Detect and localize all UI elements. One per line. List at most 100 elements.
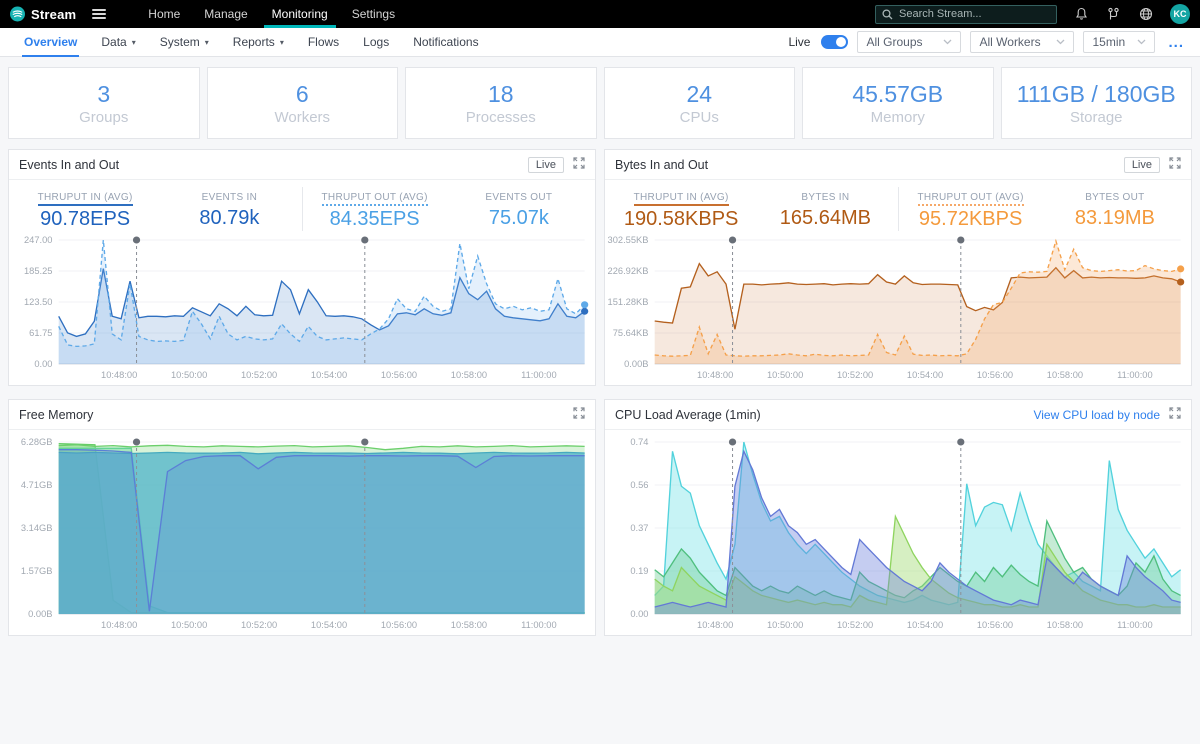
svg-text:6.28GB: 6.28GB [21,437,53,447]
events-in-out-chart[interactable]: 247.00 185.25 123.50 61.75 0.00 10:48:00 10:50… [9,232,595,382]
svg-text:10:56:00: 10:56:00 [977,370,1013,380]
panel-title: Free Memory [19,407,94,422]
svg-text:3.14GB: 3.14GB [21,523,53,533]
svg-text:11:00:00: 11:00:00 [1117,620,1153,630]
panel-title: Bytes In and Out [615,157,709,172]
group-filter-select[interactable]: All Groups [857,31,962,53]
live-button[interactable]: Live [527,156,564,173]
tab-flows[interactable]: Flows [296,28,351,56]
chevron-down-icon: ▾ [131,37,136,47]
charts-grid: Events In and Out Live THRUPUT IN (AVG) … [0,145,1200,640]
search-icon [882,8,893,20]
card-workers[interactable]: 6 Workers [206,67,398,139]
stat-events-in: EVENTS IN 80.79k [199,192,260,229]
tab-overview[interactable]: Overview [12,28,89,57]
stat-events-out: EVENTS OUT 75.07k [485,192,553,229]
free-memory-chart[interactable]: 6.28GB 4.71GB 3.14GB 1.57GB 0.00B 10:48:00 10:… [9,434,595,632]
cpu-load-chart[interactable]: 0.74 0.56 0.37 0.19 0.00 10:48:00 10:50:00 10:5… [605,434,1191,632]
tab-logs[interactable]: Logs [351,28,401,56]
svg-text:123.50: 123.50 [24,297,52,307]
svg-text:10:48:00: 10:48:00 [101,370,137,380]
bytes-stats: THRUPUT IN (AVG) 190.58KBPS BYTES IN 165… [605,180,1191,232]
svg-text:11:00:00: 11:00:00 [521,370,557,380]
svg-text:4.71GB: 4.71GB [21,480,53,490]
chevron-down-icon [1057,39,1065,45]
time-range-select[interactable]: 15min [1083,31,1156,53]
svg-text:10:52:00: 10:52:00 [837,620,873,630]
tab-data[interactable]: Data ▾ [89,28,147,56]
tab-reports[interactable]: Reports ▾ [221,28,296,56]
svg-text:11:00:00: 11:00:00 [1117,370,1153,380]
card-groups[interactable]: 3 Groups [8,67,200,139]
svg-text:0.00B: 0.00B [28,609,52,619]
app-logo[interactable]: Stream [10,6,77,22]
svg-text:0.19: 0.19 [630,566,648,576]
svg-text:0.00: 0.00 [34,359,52,369]
svg-text:0.37: 0.37 [630,523,648,533]
user-avatar[interactable]: KC [1170,4,1190,24]
globe-icon[interactable] [1138,7,1153,22]
svg-text:10:58:00: 10:58:00 [451,620,487,630]
card-memory[interactable]: 45.57GB Memory [802,67,994,139]
tab-system[interactable]: System ▾ [148,28,221,56]
svg-text:10:48:00: 10:48:00 [697,370,733,380]
monitoring-sub-nav: Overview Data ▾ System ▾ Reports ▾ Flows Lo… [0,28,1200,57]
panel-title: Events In and Out [19,157,120,172]
search-box[interactable] [875,4,1057,24]
stat-bytes-in: BYTES IN 165.64MB [779,192,871,229]
bytes-in-out-chart[interactable]: 302.55KB 226.92KB 151.28KB 75.64KB 0.00B 10:4… [605,232,1191,382]
svg-text:10:54:00: 10:54:00 [907,620,943,630]
svg-text:10:58:00: 10:58:00 [451,370,487,380]
chevron-down-icon [1138,39,1146,45]
expand-icon[interactable] [1169,156,1181,174]
more-menu-icon[interactable]: ... [1164,34,1188,51]
live-toggle-label: Live [788,35,811,49]
panel-title: CPU Load Average (1min) [615,407,761,422]
git-branch-icon[interactable] [1106,7,1121,22]
svg-text:185.25: 185.25 [24,266,52,276]
svg-text:61.75: 61.75 [29,328,52,338]
topnav-item-monitoring[interactable]: Monitoring [260,0,340,28]
app-title: Stream [31,6,77,22]
svg-text:1.57GB: 1.57GB [21,566,53,576]
card-processes[interactable]: 18 Processes [405,67,597,139]
svg-text:10:48:00: 10:48:00 [697,620,733,630]
topbar-right: KC [875,4,1190,24]
svg-text:302.55KB: 302.55KB [608,235,649,245]
svg-text:11:00:00: 11:00:00 [521,620,557,630]
svg-text:10:58:00: 10:58:00 [1047,370,1083,380]
stat-bytes-out: BYTES OUT 83.19MB [1074,192,1155,229]
topnav-item-home[interactable]: Home [136,0,192,28]
svg-text:10:52:00: 10:52:00 [241,370,277,380]
svg-text:10:50:00: 10:50:00 [767,370,803,380]
panel-bytes-in-out: Bytes In and Out Live THRUPUT IN (AVG) 1… [604,149,1192,386]
svg-text:10:54:00: 10:54:00 [907,370,943,380]
top-nav: Home Manage Monitoring Settings [136,0,407,28]
search-input[interactable] [899,8,1050,20]
hamburger-menu-icon[interactable] [90,5,108,23]
expand-icon[interactable] [1169,406,1181,424]
svg-text:10:48:00: 10:48:00 [101,620,137,630]
events-stats: THRUPUT IN (AVG) 90.78EPS EVENTS IN 80.7… [9,180,595,232]
panel-cpu-load: CPU Load Average (1min) View CPU load by… [604,399,1192,636]
live-toggle[interactable] [821,35,849,49]
svg-text:10:58:00: 10:58:00 [1047,620,1083,630]
topnav-item-manage[interactable]: Manage [192,0,259,28]
svg-text:10:56:00: 10:56:00 [381,370,417,380]
live-button[interactable]: Live [1123,156,1160,173]
worker-filter-select[interactable]: All Workers [970,31,1075,53]
svg-text:10:56:00: 10:56:00 [977,620,1013,630]
expand-icon[interactable] [573,156,585,174]
svg-text:0.00: 0.00 [630,609,648,619]
svg-text:0.56: 0.56 [630,480,648,490]
topnav-item-settings[interactable]: Settings [340,0,407,28]
tab-notifications[interactable]: Notifications [401,28,490,56]
svg-text:10:56:00: 10:56:00 [381,620,417,630]
expand-icon[interactable] [573,406,585,424]
notifications-bell-icon[interactable] [1074,7,1089,22]
card-storage[interactable]: 111GB / 180GB Storage [1000,67,1192,139]
svg-text:247.00: 247.00 [24,235,52,245]
card-cpus[interactable]: 24 CPUs [603,67,795,139]
view-cpu-load-link[interactable]: View CPU load by node [1033,408,1160,422]
panel-free-memory: Free Memory 6.28GB 4.71GB 3.14GB 1.57GB 0.00… [8,399,596,636]
